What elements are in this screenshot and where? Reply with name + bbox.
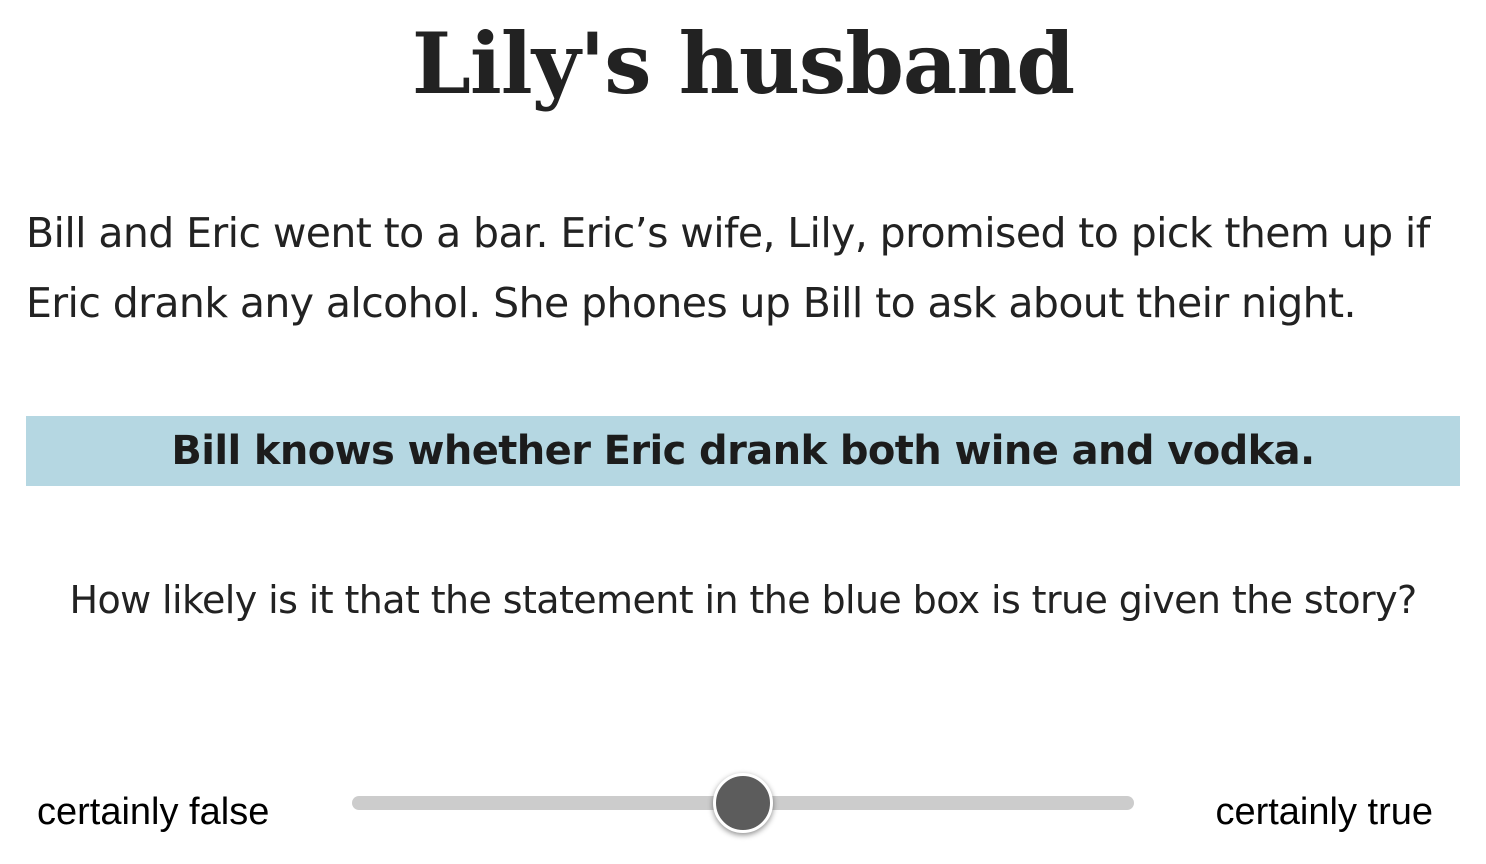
response-slider[interactable] <box>352 772 1134 834</box>
story-text: Bill and Eric went to a bar. Eric’s wife… <box>26 209 1430 327</box>
statement-text: Bill knows whether Eric drank both wine … <box>171 428 1315 474</box>
slider-min-label: certainly false <box>37 791 270 833</box>
page-title: Lily's husband <box>411 14 1075 113</box>
trial-page: Lily's husband Bill and Eric went to a b… <box>0 0 1486 864</box>
slider-thumb[interactable] <box>713 773 773 833</box>
statement-box: Bill knows whether Eric drank both wine … <box>26 416 1460 486</box>
question-text: How likely is it that the statement in t… <box>69 578 1417 622</box>
slider-max-label: certainly true <box>1215 791 1433 833</box>
